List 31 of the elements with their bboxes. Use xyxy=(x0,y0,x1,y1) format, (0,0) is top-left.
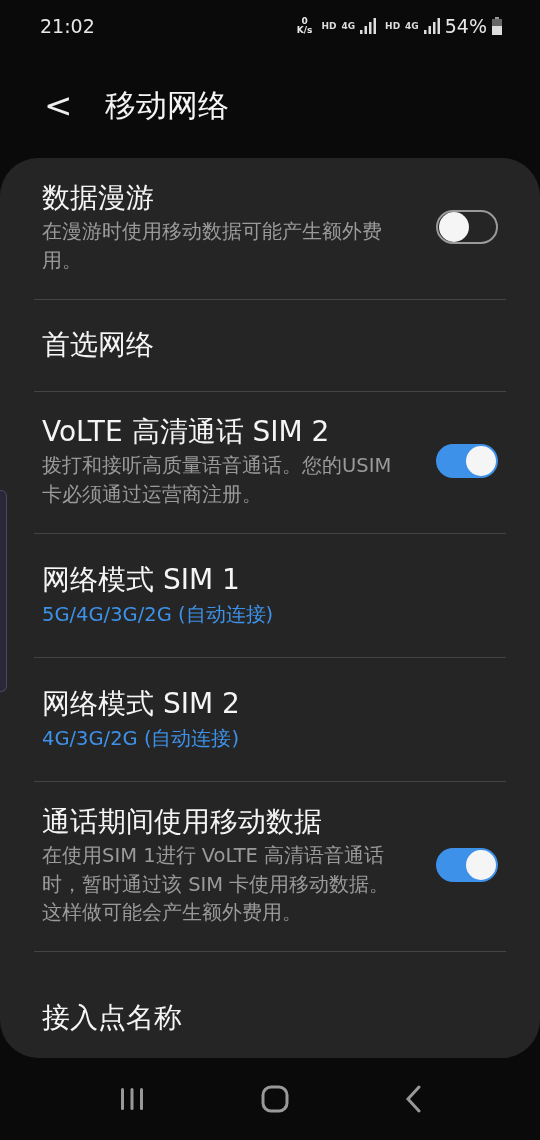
toggle-switch[interactable] xyxy=(436,848,498,883)
toggle-switch[interactable] xyxy=(436,444,498,479)
setting-title[interactable]: 网络模式 SIM 2 xyxy=(42,685,240,722)
signal-icon xyxy=(423,18,440,34)
setting-value: 4G/3G/2G (自动连接) xyxy=(42,725,240,752)
setting-description: 在漫游时使用移动数据可能产生额外费用。 xyxy=(42,219,383,274)
status-time: 21:02 xyxy=(40,13,95,39)
setting-title[interactable]: 接入点名称 xyxy=(42,999,182,1037)
setting-description: 拨打和接听高质量语音通话。您的USIM 卡必须通过运营商注册。 xyxy=(42,453,392,508)
setting-value: 5G/4G/3G/2G (自动连接) xyxy=(42,601,274,628)
setting-title[interactable]: 数据漫游 xyxy=(42,180,392,217)
setting-title[interactable]: 通话期间使用移动数据 xyxy=(42,803,392,841)
toggle-switch[interactable] xyxy=(436,210,498,245)
home-icon[interactable] xyxy=(261,1085,289,1113)
back-button[interactable]: < xyxy=(38,88,79,122)
setting-description: 在使用SIM 1进行 VoLTE 高清语音通话时，暂时通过该 SIM 卡使用移动数据。这样做可能会产生额外费用。 xyxy=(42,843,391,926)
setting-title[interactable]: VoLTE 高清通话 SIM 2 xyxy=(42,413,392,451)
edge-panel-handle[interactable] xyxy=(0,490,7,692)
page-title: 移动网络 xyxy=(104,85,229,125)
hd-label: HD xyxy=(321,21,337,31)
speed-value: 0 xyxy=(301,16,308,26)
back-icon[interactable] xyxy=(404,1085,423,1113)
network-label: 4G xyxy=(341,21,356,31)
network-label: 4G xyxy=(405,21,419,31)
setting-title[interactable]: 网络模式 SIM 1 xyxy=(42,561,274,598)
battery-icon xyxy=(492,17,502,35)
setting-title[interactable]: 首选网络 xyxy=(42,327,154,364)
signal-icon xyxy=(360,18,377,34)
speed-unit: K/s xyxy=(296,26,313,36)
hd-label: HD xyxy=(385,21,401,31)
battery-percent: 54% xyxy=(444,13,487,39)
